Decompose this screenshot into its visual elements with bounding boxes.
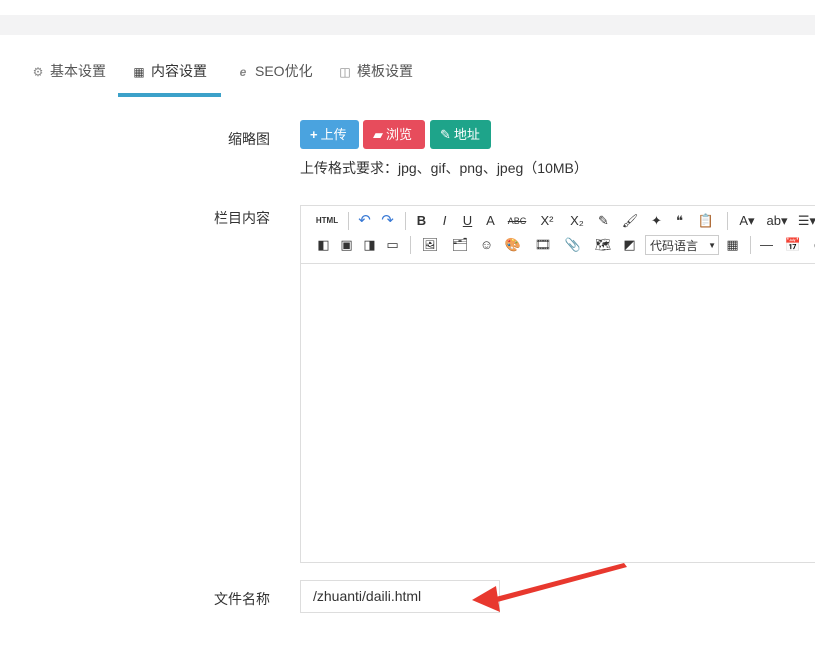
annotation-arrow-head [472,586,500,612]
annotation-arrow [472,563,627,612]
annotation-arrow-shaft [488,563,627,604]
